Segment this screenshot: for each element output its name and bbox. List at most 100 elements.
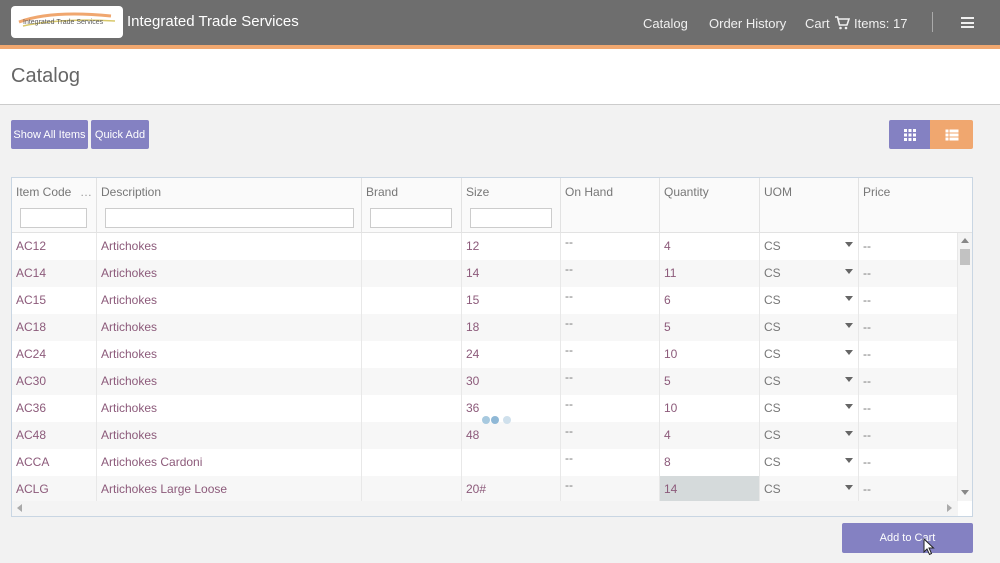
cell-item-code[interactable]: AC12 <box>12 233 97 260</box>
cell-quantity[interactable]: 14 <box>660 476 760 501</box>
cell-description[interactable]: Artichokes <box>97 422 362 449</box>
table-row[interactable]: AC12 Artichokes 12 -- 4 CS -- <box>12 233 958 260</box>
cell-item-code[interactable]: AC30 <box>12 368 97 395</box>
uom-dropdown-arrow-icon[interactable] <box>845 350 853 355</box>
cell-size: 14 <box>462 260 561 287</box>
cell-description[interactable]: Artichokes <box>97 260 362 287</box>
cell-description[interactable]: Artichokes <box>97 314 362 341</box>
cell-description[interactable]: Artichokes <box>97 368 362 395</box>
list-view-button[interactable] <box>930 120 973 149</box>
scroll-thumb[interactable] <box>960 249 970 265</box>
filter-brand-input[interactable] <box>370 208 452 228</box>
filter-description-input[interactable] <box>105 208 354 228</box>
nav-divider <box>932 12 933 32</box>
cell-item-code[interactable]: AC15 <box>12 287 97 314</box>
cell-size: 18 <box>462 314 561 341</box>
cell-price: -- <box>859 233 958 260</box>
quick-add-button[interactable]: Quick Add <box>91 120 149 149</box>
column-header-item-code[interactable]: Item Code … <box>12 178 97 233</box>
uom-dropdown-arrow-icon[interactable] <box>845 485 853 490</box>
cell-brand <box>362 314 462 341</box>
filter-item-code-input[interactable] <box>20 208 87 228</box>
column-header-description[interactable]: Description <box>97 178 362 233</box>
cell-on-hand: -- <box>561 287 660 314</box>
hamburger-menu-icon[interactable] <box>961 17 974 28</box>
uom-dropdown-arrow-icon[interactable] <box>845 377 853 382</box>
cell-description[interactable]: Artichokes Cardoni <box>97 449 362 476</box>
cell-quantity[interactable]: 4 <box>660 233 760 260</box>
cell-brand <box>362 287 462 314</box>
cell-item-code[interactable]: AC48 <box>12 422 97 449</box>
table-row[interactable]: AC30 Artichokes 30 -- 5 CS -- <box>12 368 958 395</box>
scroll-up-icon[interactable] <box>961 238 969 243</box>
filter-size-input[interactable] <box>470 208 552 228</box>
vertical-scrollbar[interactable] <box>958 233 972 501</box>
column-header-size[interactable]: Size <box>462 178 561 233</box>
table-row[interactable]: AC15 Artichokes 15 -- 6 CS -- <box>12 287 958 314</box>
cell-brand <box>362 422 462 449</box>
cell-description[interactable]: Artichokes <box>97 395 362 422</box>
cell-quantity[interactable]: 10 <box>660 341 760 368</box>
cell-price: -- <box>859 287 958 314</box>
catalog-grid: Item Code … Description Brand Size On Ha… <box>11 177 973 517</box>
cell-item-code[interactable]: ACCA <box>12 449 97 476</box>
column-header-brand[interactable]: Brand <box>362 178 462 233</box>
cell-quantity[interactable]: 6 <box>660 287 760 314</box>
cart-icon[interactable] <box>834 16 850 30</box>
cell-item-code[interactable]: ACLG <box>12 476 97 501</box>
table-row[interactable]: AC24 Artichokes 24 -- 10 CS -- <box>12 341 958 368</box>
uom-dropdown-arrow-icon[interactable] <box>845 242 853 247</box>
add-to-cart-button[interactable]: Add to Cart <box>842 523 973 553</box>
uom-dropdown-arrow-icon[interactable] <box>845 404 853 409</box>
cell-brand <box>362 233 462 260</box>
cell-description[interactable]: Artichokes <box>97 341 362 368</box>
scroll-left-icon[interactable] <box>17 504 22 512</box>
table-row[interactable]: AC14 Artichokes 14 -- 11 CS -- <box>12 260 958 287</box>
cell-brand <box>362 368 462 395</box>
cell-price: -- <box>859 314 958 341</box>
table-row[interactable]: AC18 Artichokes 18 -- 5 CS -- <box>12 314 958 341</box>
scroll-right-icon[interactable] <box>947 504 952 512</box>
column-header-price[interactable]: Price <box>859 178 972 233</box>
cell-quantity[interactable]: 8 <box>660 449 760 476</box>
cell-price: -- <box>859 422 958 449</box>
cell-item-code[interactable]: AC14 <box>12 260 97 287</box>
nav-order-history-link[interactable]: Order History <box>709 16 786 31</box>
cell-quantity[interactable]: 11 <box>660 260 760 287</box>
uom-dropdown-arrow-icon[interactable] <box>845 431 853 436</box>
column-header-quantity[interactable]: Quantity <box>660 178 760 233</box>
uom-dropdown-arrow-icon[interactable] <box>845 458 853 463</box>
cell-on-hand: -- <box>561 422 660 449</box>
table-row[interactable]: ACLG Artichokes Large Loose 20# -- 14 CS -- <box>12 476 958 501</box>
show-all-items-button[interactable]: Show All Items <box>11 120 88 149</box>
column-header-uom[interactable]: UOM <box>760 178 859 233</box>
uom-dropdown-arrow-icon[interactable] <box>845 269 853 274</box>
table-row[interactable]: AC48 Artichokes 48 -- 4 CS -- <box>12 422 958 449</box>
cell-on-hand: -- <box>561 260 660 287</box>
nav-catalog-link[interactable]: Catalog <box>643 16 688 31</box>
cell-quantity[interactable]: 4 <box>660 422 760 449</box>
cell-description[interactable]: Artichokes Large Loose <box>97 476 362 501</box>
column-header-on-hand[interactable]: On Hand <box>561 178 660 233</box>
cell-item-code[interactable]: AC18 <box>12 314 97 341</box>
cell-quantity[interactable]: 5 <box>660 368 760 395</box>
nav-cart-link[interactable]: Cart <box>805 16 830 31</box>
cell-item-code[interactable]: AC24 <box>12 341 97 368</box>
company-logo[interactable]: Integrated Trade Services <box>11 6 123 38</box>
cell-description[interactable]: Artichokes <box>97 287 362 314</box>
scroll-down-icon[interactable] <box>961 490 969 495</box>
cell-price: -- <box>859 395 958 422</box>
cell-quantity[interactable]: 10 <box>660 395 760 422</box>
uom-dropdown-arrow-icon[interactable] <box>845 323 853 328</box>
horizontal-scrollbar[interactable] <box>12 501 958 516</box>
table-row[interactable]: ACCA Artichokes Cardoni -- 8 CS -- <box>12 449 958 476</box>
cell-quantity[interactable]: 5 <box>660 314 760 341</box>
cart-item-count[interactable]: Items: 17 <box>854 16 907 31</box>
mouse-cursor-icon <box>923 538 935 556</box>
loading-spinner-icon <box>482 416 512 426</box>
cell-on-hand: -- <box>561 341 660 368</box>
uom-dropdown-arrow-icon[interactable] <box>845 296 853 301</box>
cell-item-code[interactable]: AC36 <box>12 395 97 422</box>
cell-description[interactable]: Artichokes <box>97 233 362 260</box>
grid-view-button[interactable] <box>889 120 930 149</box>
